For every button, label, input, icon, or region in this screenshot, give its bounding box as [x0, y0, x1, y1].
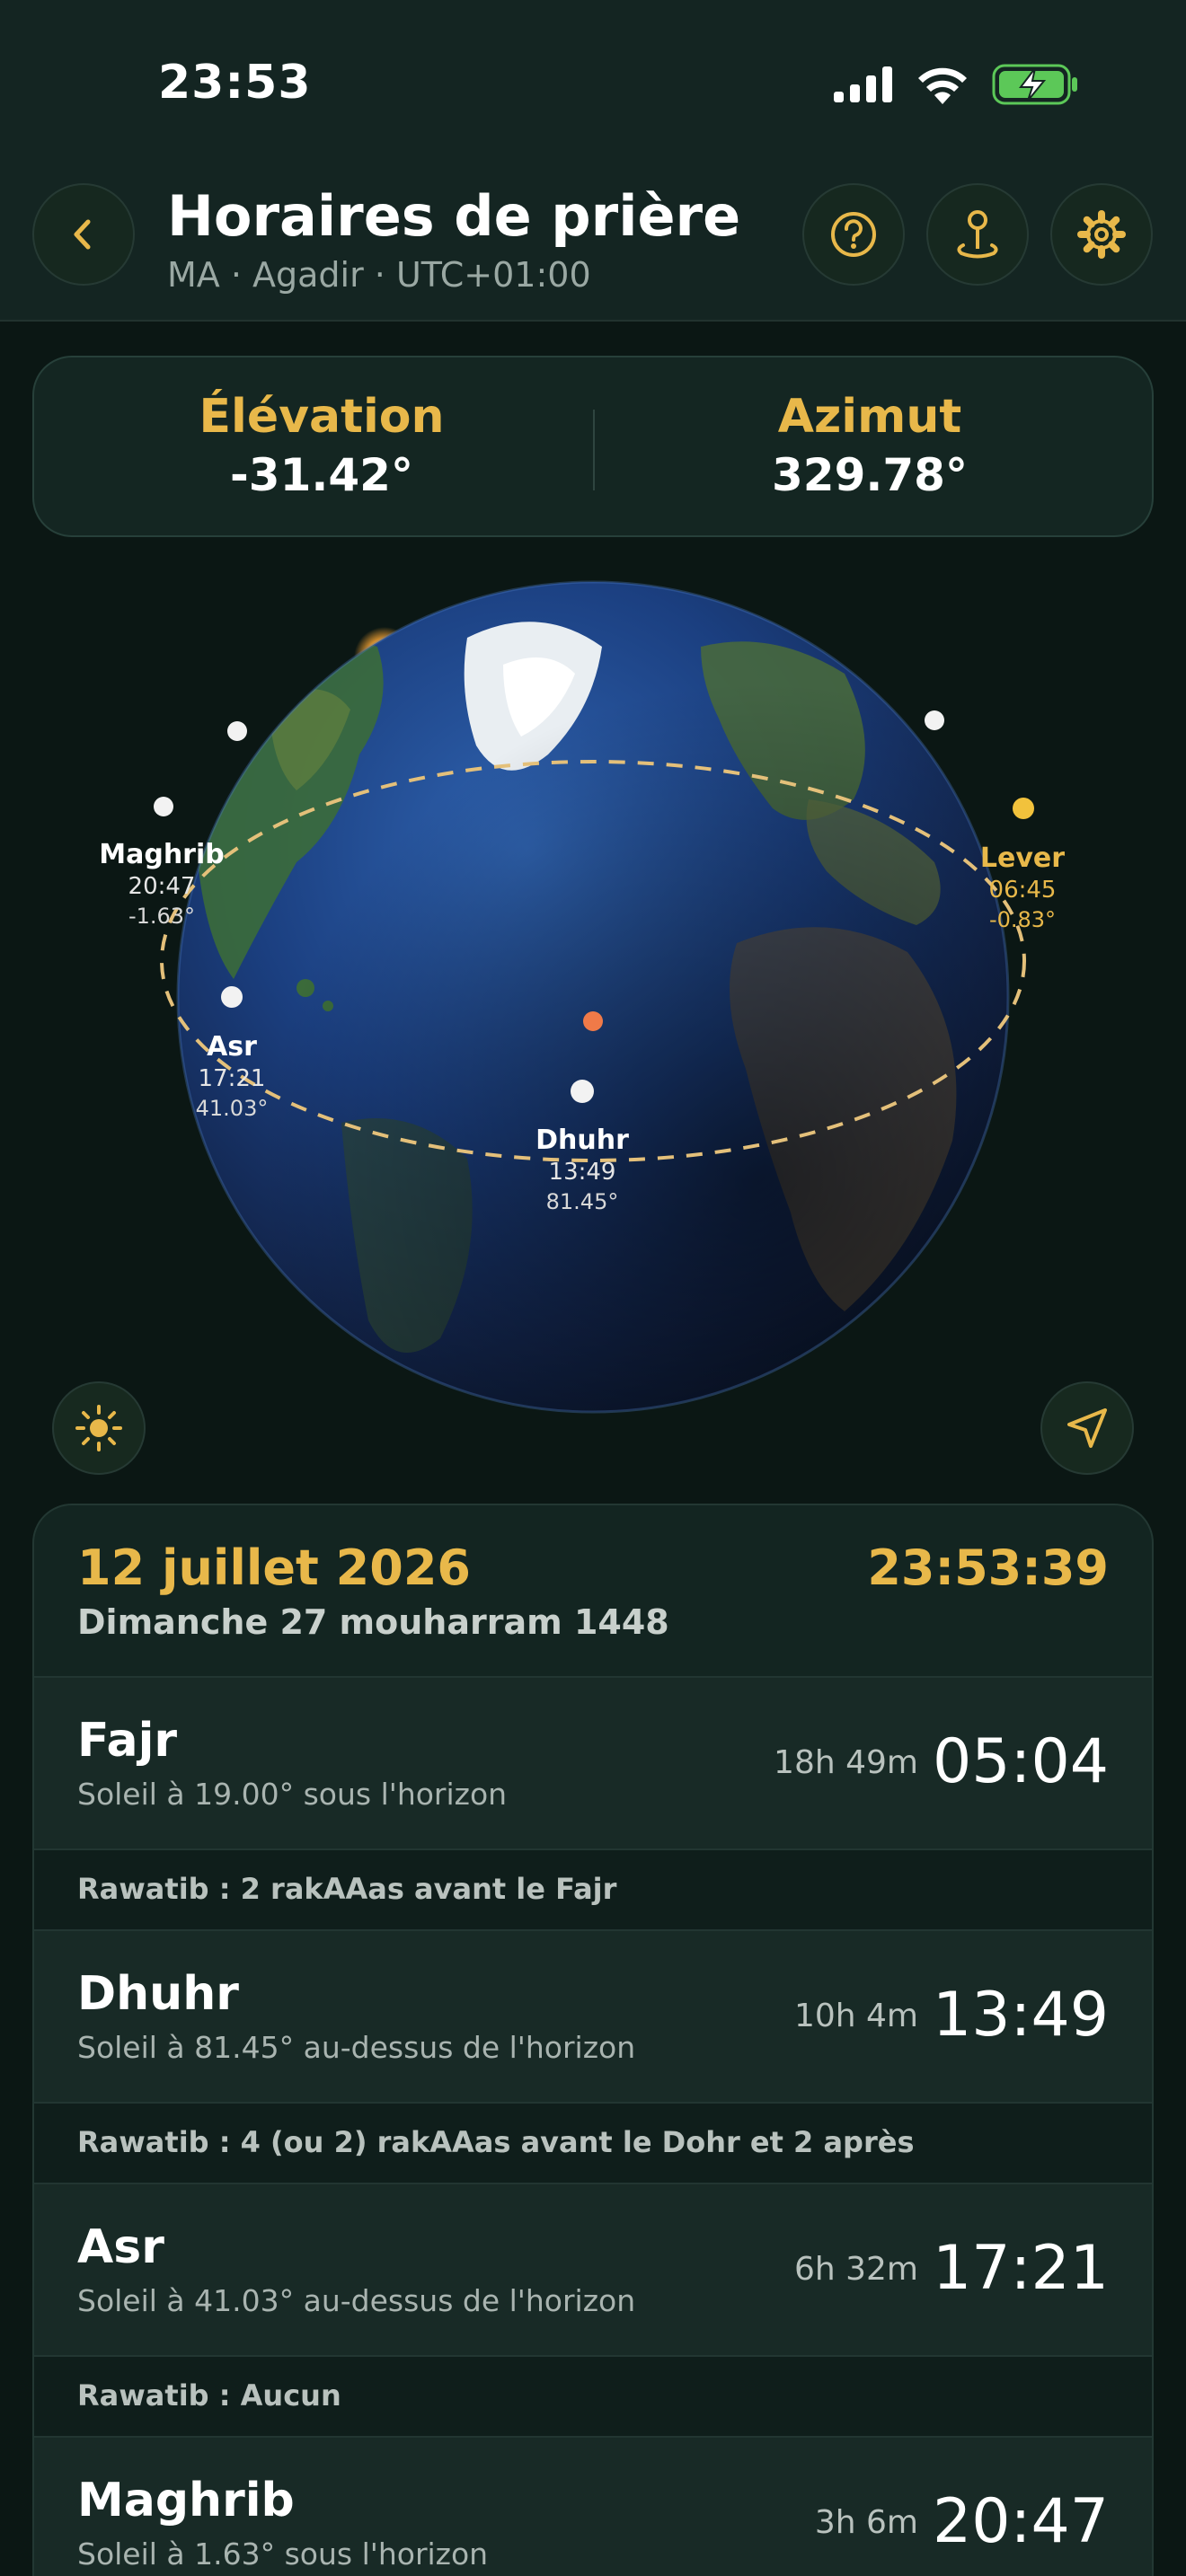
location-button[interactable]: [926, 183, 1029, 286]
page-title: Horaires de prière: [167, 183, 741, 249]
current-time: 23:53:39: [867, 1539, 1109, 1596]
asr-marker: [221, 986, 243, 1008]
elevation-block: Élévation -31.42°: [52, 390, 591, 501]
gregorian-date: 12 juillet 2026: [77, 1539, 471, 1596]
time-remaining: 6h 32m: [793, 2251, 918, 2288]
azimuth-value: 329.78°: [772, 449, 968, 501]
divider: [593, 410, 595, 490]
rawatib-text: Rawatib : Aucun: [77, 2378, 341, 2413]
prayer-name: Asr: [77, 2220, 164, 2274]
date-header: 12 juillet 2026 23:53:39 Dimanche 27 mou…: [34, 1505, 1152, 1678]
azimuth-block: Azimut 329.78°: [600, 390, 1139, 501]
time-remaining: 18h 49m: [774, 1744, 918, 1781]
prayer-row-asr[interactable]: Asr Soleil à 41.03° au-dessus de l'horiz…: [34, 2184, 1152, 2357]
globe-graphic: [154, 580, 1034, 1414]
status-icons: [834, 63, 1078, 106]
prayer-name: Fajr: [77, 1714, 178, 1768]
prayer-time: 20:47: [933, 2486, 1109, 2557]
wifi-icon: [918, 67, 967, 104]
prayer-row-maghrib[interactable]: Maghrib Soleil à 1.63° sous l'horizon 3h…: [34, 2438, 1152, 2576]
prayer-name: Maghrib: [77, 2474, 295, 2527]
sunrise-label: Lever 06:45 -0.83°: [979, 842, 1066, 932]
asr-label: Asr 17:21 41.03°: [195, 1031, 269, 1121]
path-marker: [227, 721, 247, 741]
time-remaining: 3h 6m: [814, 2504, 918, 2541]
locate-button[interactable]: [1040, 1381, 1134, 1475]
settings-icon: [1077, 210, 1126, 259]
rawatib-row-asr: Rawatib : Aucun: [34, 2357, 1152, 2438]
rawatib-text: Rawatib : 2 rakAAas avant le Fajr: [77, 1872, 617, 1906]
rawatib-text: Rawatib : 4 (ou 2) rakAAas avant le Dohr…: [77, 2125, 915, 2159]
prayer-times-card: 12 juillet 2026 23:53:39 Dimanche 27 mou…: [32, 1504, 1154, 2576]
location-subtitle: MA · Agadir · UTC+01:00: [167, 255, 591, 295]
dhuhr-marker: [571, 1080, 594, 1103]
azimuth-label: Azimut: [777, 390, 962, 444]
maghrib-marker: [154, 797, 173, 816]
help-icon: [831, 212, 876, 257]
prayer-name: Dhuhr: [77, 1967, 239, 2021]
cellular-signal-icon: [834, 66, 892, 102]
prayer-description: Soleil à 1.63° sous l'horizon: [77, 2536, 489, 2572]
rawatib-row-dhuhr: Rawatib : 4 (ou 2) rakAAas avant le Dohr…: [34, 2104, 1152, 2184]
prayer-description: Soleil à 81.45° au-dessus de l'horizon: [77, 2030, 636, 2065]
back-icon: [74, 219, 91, 250]
time-remaining: 10h 4m: [793, 1998, 918, 2034]
rawatib-row-fajr: Rawatib : 2 rakAAas avant le Fajr: [34, 1850, 1152, 1931]
maghrib-label: Maghrib 20:47 -1.63°: [99, 839, 225, 929]
prayer-time: 13:49: [933, 1980, 1109, 2051]
battery-charging-icon: [992, 64, 1077, 105]
earth: [176, 580, 1010, 1414]
settings-button[interactable]: [1050, 183, 1153, 286]
location-marker: [583, 1011, 603, 1031]
sun-view-button[interactable]: [52, 1381, 146, 1475]
location-pin-icon: [957, 210, 998, 259]
elevation-label: Élévation: [199, 390, 445, 444]
prayer-row-dhuhr[interactable]: Dhuhr Soleil à 81.45° au-dessus de l'hor…: [34, 1931, 1152, 2104]
path-marker: [925, 710, 944, 730]
prayer-row-fajr[interactable]: Fajr Soleil à 19.00° sous l'horizon 18h …: [34, 1678, 1152, 1850]
prayer-times-screen: 23:53 Horaires de prière MA · Agadir · U…: [0, 0, 1186, 2576]
hijri-date: Dimanche 27 mouharram 1448: [77, 1602, 669, 1642]
sun-position-card: Élévation -31.42° Azimut 329.78°: [32, 356, 1154, 537]
dhuhr-label: Dhuhr 13:49 81.45°: [535, 1125, 629, 1214]
back-button[interactable]: [32, 183, 135, 286]
prayer-description: Soleil à 41.03° au-dessus de l'horizon: [77, 2283, 636, 2318]
elevation-value: -31.42°: [230, 449, 413, 501]
sunrise-marker: [1013, 798, 1034, 819]
sun-path-globe[interactable]: Maghrib 20:47 -1.63° Asr 17:21 41.03° Dh…: [0, 566, 1186, 1475]
status-bar: 23:53: [0, 0, 1186, 171]
sun-icon: [75, 1405, 122, 1451]
help-button[interactable]: [802, 183, 905, 286]
prayer-time: 17:21: [933, 2233, 1109, 2304]
navigation-arrow-icon: [1067, 1408, 1107, 1448]
status-time: 23:53: [158, 56, 312, 110]
header: Horaires de prière MA · Agadir · UTC+01:…: [0, 171, 1186, 322]
prayer-description: Soleil à 19.00° sous l'horizon: [77, 1777, 508, 1812]
prayer-time: 05:04: [933, 1726, 1109, 1797]
